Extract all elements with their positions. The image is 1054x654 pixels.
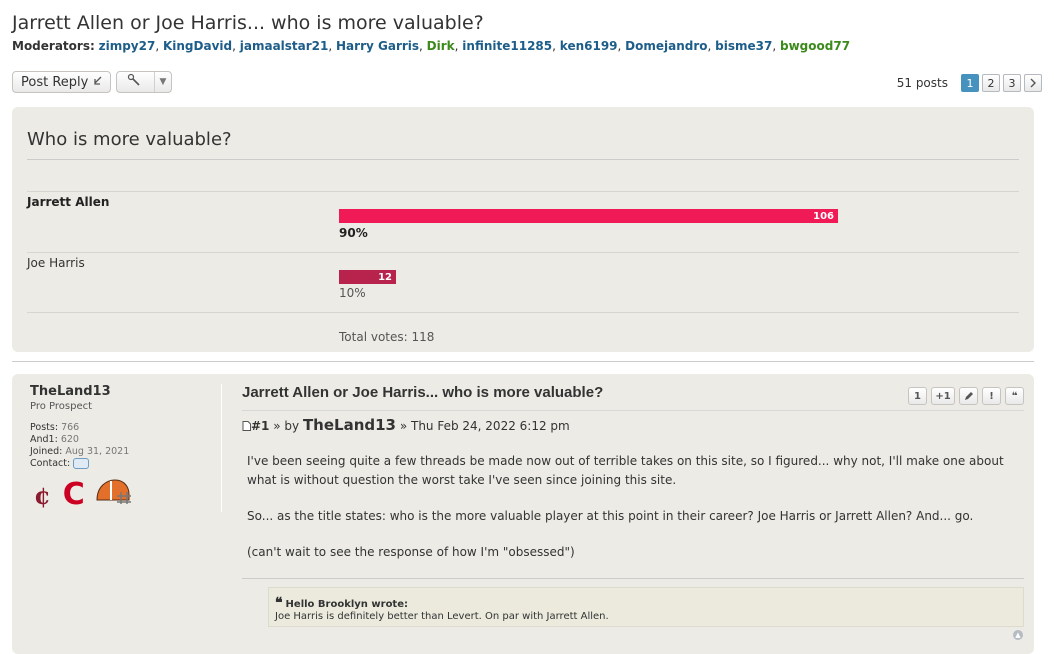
next-page-button[interactable]: [1024, 74, 1042, 92]
posts-value[interactable]: 766: [61, 422, 79, 433]
divider: [27, 191, 1019, 192]
posts-label: Posts:: [30, 422, 59, 433]
author-rank: Pro Prospect: [30, 401, 93, 412]
and1-value: 620: [60, 434, 79, 445]
post-author-profile: TheLand13 Pro Prospect Posts: 766 And1: …: [30, 384, 220, 512]
moderator-link[interactable]: bisme37: [715, 39, 772, 53]
post-author-link[interactable]: TheLand13: [303, 416, 396, 434]
like-count-button[interactable]: 1: [908, 387, 927, 405]
moderator-link[interactable]: Dirk: [427, 39, 455, 53]
divider: [242, 578, 1024, 579]
quote-author: ❝ Hello Brooklyn wrote:: [275, 595, 408, 611]
poll-panel: Who is more valuable? Jarrett Allen 106 …: [12, 107, 1034, 352]
separator: ,: [419, 39, 427, 53]
scroll-to-top-button[interactable]: ▲: [1013, 630, 1023, 640]
moderator-link[interactable]: KingDavid: [163, 39, 232, 53]
joined-label: Joined:: [30, 446, 63, 457]
post-number[interactable]: #1: [251, 419, 269, 433]
quote-mark-icon: ❝: [275, 595, 283, 611]
post-paragraph: So... as the title states: who is the mo…: [247, 509, 974, 523]
posts-count: 51 posts: [896, 76, 948, 90]
moderators-label: Moderators:: [12, 39, 95, 53]
separator: ,: [772, 39, 780, 53]
report-button[interactable]: !: [982, 387, 1001, 405]
poll-votes-jarrett-allen: 106: [813, 210, 834, 222]
post-paragraph: I've been seeing quite a few threads be …: [247, 454, 1004, 487]
moderator-link[interactable]: Domejandro: [625, 39, 707, 53]
divider: [27, 312, 1019, 313]
divider: [242, 410, 1024, 411]
edit-icon: [964, 392, 973, 400]
poll-bar-jarrett-allen: 106: [339, 209, 838, 223]
divider: [27, 159, 1019, 160]
moderator-link[interactable]: bwgood77: [780, 39, 850, 53]
post-reply-label: Post Reply: [21, 74, 89, 90]
edit-button[interactable]: [959, 387, 978, 405]
poll-bar-joe-harris: 12: [339, 270, 396, 284]
guardians-logo: C: [62, 477, 85, 512]
separator: ,: [155, 39, 163, 53]
poll-option-label-jarrett-allen: Jarrett Allen: [27, 195, 110, 209]
quote-author-text: Hello Brooklyn wrote:: [285, 599, 408, 610]
moderator-link[interactable]: zimpy27: [99, 39, 156, 53]
moderators-list: Moderators: zimpy27, KingDavid, jamaalst…: [12, 39, 850, 53]
poll-percent-joe-harris: 10%: [339, 286, 366, 300]
separator: ,: [232, 39, 240, 53]
chevron-down-icon[interactable]: ▼: [154, 72, 171, 92]
post-date: » Thu Feb 24, 2022 6:12 pm: [399, 419, 570, 433]
chevron-right-icon: [1030, 78, 1036, 88]
author-username[interactable]: TheLand13: [30, 384, 220, 399]
divider: [12, 361, 1034, 362]
browns-logo: [93, 478, 133, 512]
joined-value: Aug 31, 2021: [65, 446, 130, 457]
post-paragraph: (can't wait to see the response of how I…: [247, 545, 575, 559]
reply-arrow-icon: [93, 76, 103, 89]
moderator-link[interactable]: infinite11285: [462, 39, 552, 53]
page-3-button[interactable]: 3: [1003, 74, 1021, 92]
author-stats: Posts: 766 And1: 620 Joined: Aug 31, 202…: [30, 422, 220, 470]
moderator-link[interactable]: jamaalstar21: [240, 39, 329, 53]
moderator-link[interactable]: Harry Garris: [336, 39, 419, 53]
divider: [221, 384, 222, 512]
post-title[interactable]: Jarrett Allen or Joe Harris... who is mo…: [242, 384, 603, 401]
separator: ,: [552, 39, 560, 53]
pagination: 51 posts 1 2 3: [897, 74, 1042, 92]
post-panel: TheLand13 Pro Prospect Posts: 766 And1: …: [12, 374, 1034, 654]
topic-title[interactable]: Jarrett Allen or Joe Harris... who is mo…: [12, 12, 484, 34]
poll-question: Who is more valuable?: [27, 129, 232, 150]
moderator-link[interactable]: ken6199: [560, 39, 618, 53]
page-2-button[interactable]: 2: [982, 74, 1000, 92]
page-1-button[interactable]: 1: [961, 74, 979, 92]
moderator-links: zimpy27, KingDavid, jamaalstar21, Harry …: [99, 39, 850, 53]
contact-label: Contact:: [30, 458, 71, 469]
wrench-icon: [127, 73, 141, 91]
separator: ,: [328, 39, 337, 53]
post-reply-button[interactable]: Post Reply: [12, 71, 111, 93]
divider: [27, 252, 1019, 253]
poll-percent-jarrett-allen: 90%: [339, 226, 368, 240]
team-logos: ¢ C: [30, 478, 220, 512]
post-by-label: » by: [273, 419, 300, 433]
plus-one-button[interactable]: +1: [931, 387, 955, 405]
poll-option-label-joe-harris: Joe Harris: [27, 256, 85, 270]
poll-total-votes: Total votes: 118: [339, 330, 435, 344]
quote-block: ❝ Hello Brooklyn wrote: Joe Harris is def…: [268, 587, 1024, 627]
and1-label: And1:: [30, 434, 58, 445]
quote-text: Joe Harris is definitely better than Lev…: [275, 611, 609, 622]
post-link-icon[interactable]: [242, 421, 251, 431]
poll-votes-joe-harris: 12: [378, 271, 392, 283]
contact-icon[interactable]: [73, 458, 90, 469]
topic-tools-button[interactable]: ▼: [116, 71, 172, 93]
post-meta: #1 » by TheLand13 » Thu Feb 24, 2022 6:1…: [242, 416, 570, 434]
quote-icon: ❝: [1011, 390, 1018, 402]
post-content: I've been seeing quite a few threads be …: [247, 452, 1007, 579]
cavaliers-logo: ¢: [34, 480, 51, 510]
post-actions: 1 +1 ! ❝: [904, 387, 1024, 405]
quote-button[interactable]: ❝: [1005, 387, 1024, 405]
